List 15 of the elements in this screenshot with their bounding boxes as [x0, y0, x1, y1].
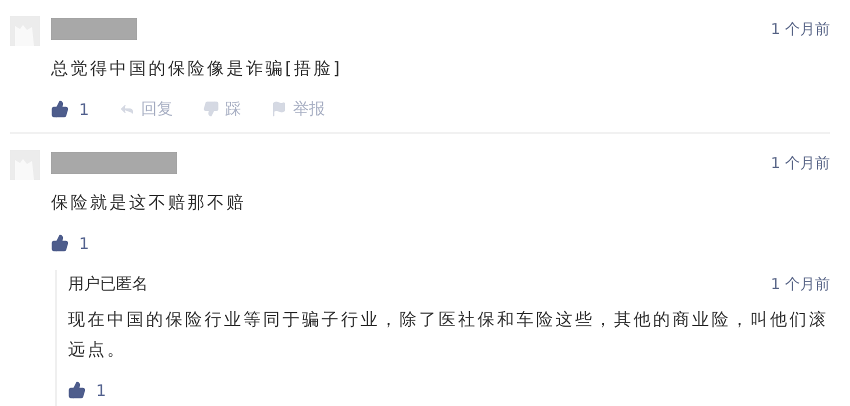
- like-button[interactable]: 1: [68, 380, 106, 400]
- thumbs-up-icon: [51, 234, 69, 252]
- timestamp: 1 个月前: [770, 275, 830, 294]
- thumbs-down-icon: [203, 101, 220, 117]
- thumbs-up-icon: [51, 100, 69, 118]
- author-name: 用户已匿名: [68, 274, 148, 295]
- comment-text: 总觉得中国的保险像是诈骗[捂脸]: [51, 58, 344, 81]
- comment-text: 保险就是这不赔那不赔: [51, 192, 247, 215]
- like-button[interactable]: 1: [51, 100, 90, 118]
- flag-icon: [271, 101, 288, 117]
- timestamp: 1 个月前: [770, 154, 830, 172]
- like-button[interactable]: 1: [51, 234, 90, 252]
- thumbs-up-icon: [68, 381, 86, 399]
- timestamp: 1 个月前: [770, 20, 830, 38]
- reply-text: 现在中国的保险行业等同于骗子行业，除了医社保和车险这些，其他的商业险，叫他们滚远点。: [68, 309, 830, 362]
